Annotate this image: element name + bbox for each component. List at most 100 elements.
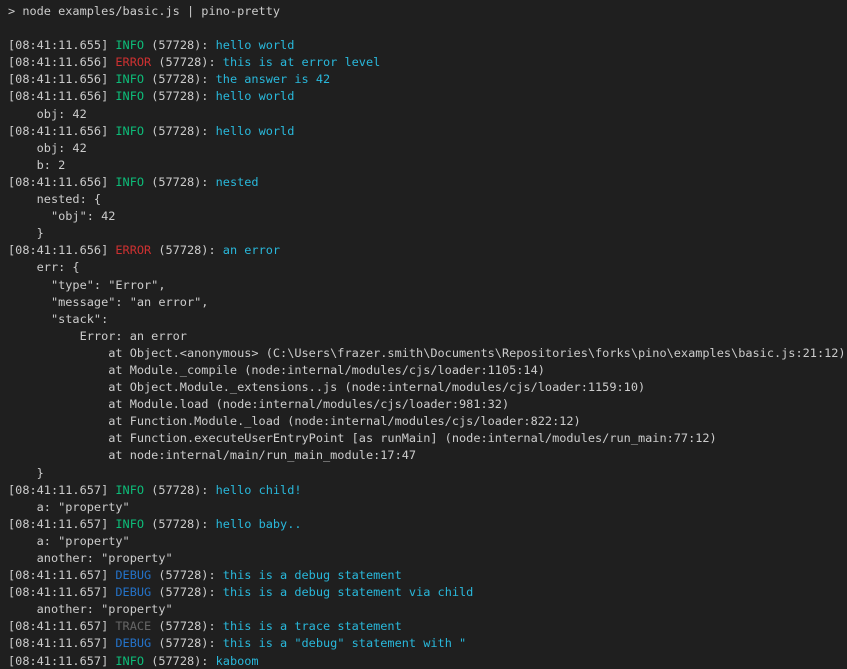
log-line: [08:41:11.657] TRACE (57728): this is a … — [8, 618, 847, 635]
log-timestamp: [08:41:11.657] — [8, 654, 115, 668]
log-detail-line: at node:internal/main/run_main_module:17… — [8, 447, 847, 464]
detail-text: "type": "Error", — [8, 278, 166, 292]
log-timestamp: [08:41:11.656] — [8, 175, 115, 189]
detail-text: "message": "an error", — [8, 295, 208, 309]
log-message: hello world — [216, 124, 295, 138]
log-detail-line: at Function.executeUserEntryPoint [as ru… — [8, 430, 847, 447]
log-line: [08:41:11.656] INFO (57728): hello world — [8, 123, 847, 140]
log-level: DEBUG — [115, 636, 151, 650]
log-detail-line: nested: { — [8, 191, 847, 208]
log-pid: (57728): — [144, 89, 216, 103]
log-timestamp: [08:41:11.655] — [8, 38, 115, 52]
log-message: kaboom — [216, 654, 259, 668]
log-detail-line: Error: an error — [8, 328, 847, 345]
log-timestamp: [08:41:11.657] — [8, 568, 115, 582]
log-level: INFO — [115, 654, 144, 668]
log-detail-line: } — [8, 465, 847, 482]
log-message: an error — [223, 243, 280, 257]
detail-text: at Module.load (node:internal/modules/cj… — [8, 397, 509, 411]
terminal-output: > node examples/basic.js | pino-pretty [… — [0, 0, 847, 669]
blank-space — [8, 21, 15, 35]
log-timestamp: [08:41:11.656] — [8, 89, 115, 103]
log-level: DEBUG — [115, 568, 151, 582]
log-level: DEBUG — [115, 585, 151, 599]
log-message: nested — [216, 175, 259, 189]
log-timestamp: [08:41:11.657] — [8, 619, 115, 633]
log-message: hello child! — [216, 483, 302, 497]
log-timestamp: [08:41:11.657] — [8, 517, 115, 531]
log-detail-line: } — [8, 225, 847, 242]
log-detail-line: err: { — [8, 259, 847, 276]
log-timestamp: [08:41:11.657] — [8, 636, 115, 650]
log-pid: (57728): — [144, 175, 216, 189]
log-timestamp: [08:41:11.656] — [8, 72, 115, 86]
log-pid: (57728): — [151, 243, 223, 257]
log-detail-line: "stack": — [8, 311, 847, 328]
log-level: TRACE — [115, 619, 151, 633]
log-pid: (57728): — [144, 72, 216, 86]
log-detail-line: another: "property" — [8, 550, 847, 567]
log-level: INFO — [115, 175, 144, 189]
log-line: [08:41:11.656] INFO (57728): the answer … — [8, 71, 847, 88]
detail-text: at node:internal/main/run_main_module:17… — [8, 448, 416, 462]
log-line: [08:41:11.656] ERROR (57728): an error — [8, 242, 847, 259]
log-message: the answer is 42 — [216, 72, 331, 86]
log-message: this is a trace statement — [223, 619, 402, 633]
detail-text: at Object.<anonymous> (C:\Users\frazer.s… — [8, 346, 846, 360]
command-text: > node examples/basic.js | pino-pretty — [8, 4, 280, 18]
log-timestamp: [08:41:11.657] — [8, 585, 115, 599]
detail-text: a: "property" — [8, 534, 130, 548]
log-detail-line: b: 2 — [8, 157, 847, 174]
log-message: this is a debug statement — [223, 568, 402, 582]
log-line: [08:41:11.657] INFO (57728): hello baby.… — [8, 516, 847, 533]
detail-text: b: 2 — [8, 158, 65, 172]
log-pid: (57728): — [144, 38, 216, 52]
log-level: INFO — [115, 517, 144, 531]
log-line: [08:41:11.656] INFO (57728): nested — [8, 174, 847, 191]
log-level: INFO — [115, 38, 144, 52]
detail-text: err: { — [8, 260, 80, 274]
detail-text: obj: 42 — [8, 141, 87, 155]
log-line: [08:41:11.657] DEBUG (57728): this is a … — [8, 567, 847, 584]
log-detail-line: "obj": 42 — [8, 208, 847, 225]
log-pid: (57728): — [144, 517, 216, 531]
log-timestamp: [08:41:11.656] — [8, 124, 115, 138]
log-message: this is at error level — [223, 55, 381, 69]
log-detail-line: at Object.Module._extensions..js (node:i… — [8, 379, 847, 396]
log-pid: (57728): — [151, 636, 223, 650]
log-detail-line: obj: 42 — [8, 140, 847, 157]
log-message: this is a debug statement via child — [223, 585, 474, 599]
log-detail-line: "type": "Error", — [8, 277, 847, 294]
detail-text: "stack": — [8, 312, 108, 326]
log-level: ERROR — [115, 243, 151, 257]
log-detail-line: obj: 42 — [8, 106, 847, 123]
detail-text: another: "property" — [8, 602, 173, 616]
log-message: this is a "debug" statement with " — [223, 636, 466, 650]
log-detail-line: a: "property" — [8, 533, 847, 550]
log-pid: (57728): — [151, 585, 223, 599]
log-line: [08:41:11.655] INFO (57728): hello world — [8, 37, 847, 54]
log-timestamp: [08:41:11.656] — [8, 55, 115, 69]
log-pid: (57728): — [144, 654, 216, 668]
log-line: [08:41:11.657] DEBUG (57728): this is a … — [8, 635, 847, 652]
log-detail-line: "message": "an error", — [8, 294, 847, 311]
log-level: INFO — [115, 124, 144, 138]
log-timestamp: [08:41:11.656] — [8, 243, 115, 257]
log-pid: (57728): — [151, 568, 223, 582]
log-pid: (57728): — [144, 483, 216, 497]
detail-text: "obj": 42 — [8, 209, 115, 223]
detail-text: another: "property" — [8, 551, 173, 565]
log-message: hello world — [216, 89, 295, 103]
log-detail-line: another: "property" — [8, 601, 847, 618]
log-pid: (57728): — [151, 619, 223, 633]
blank-line — [8, 20, 847, 37]
detail-text: at Module._compile (node:internal/module… — [8, 363, 545, 377]
detail-text: Error: an error — [8, 329, 187, 343]
log-detail-line: a: "property" — [8, 499, 847, 516]
detail-text: obj: 42 — [8, 107, 87, 121]
detail-text: } — [8, 466, 44, 480]
log-detail-line: at Module._compile (node:internal/module… — [8, 362, 847, 379]
log-line: [08:41:11.656] ERROR (57728): this is at… — [8, 54, 847, 71]
detail-text: nested: { — [8, 192, 101, 206]
log-line: [08:41:11.657] INFO (57728): hello child… — [8, 482, 847, 499]
